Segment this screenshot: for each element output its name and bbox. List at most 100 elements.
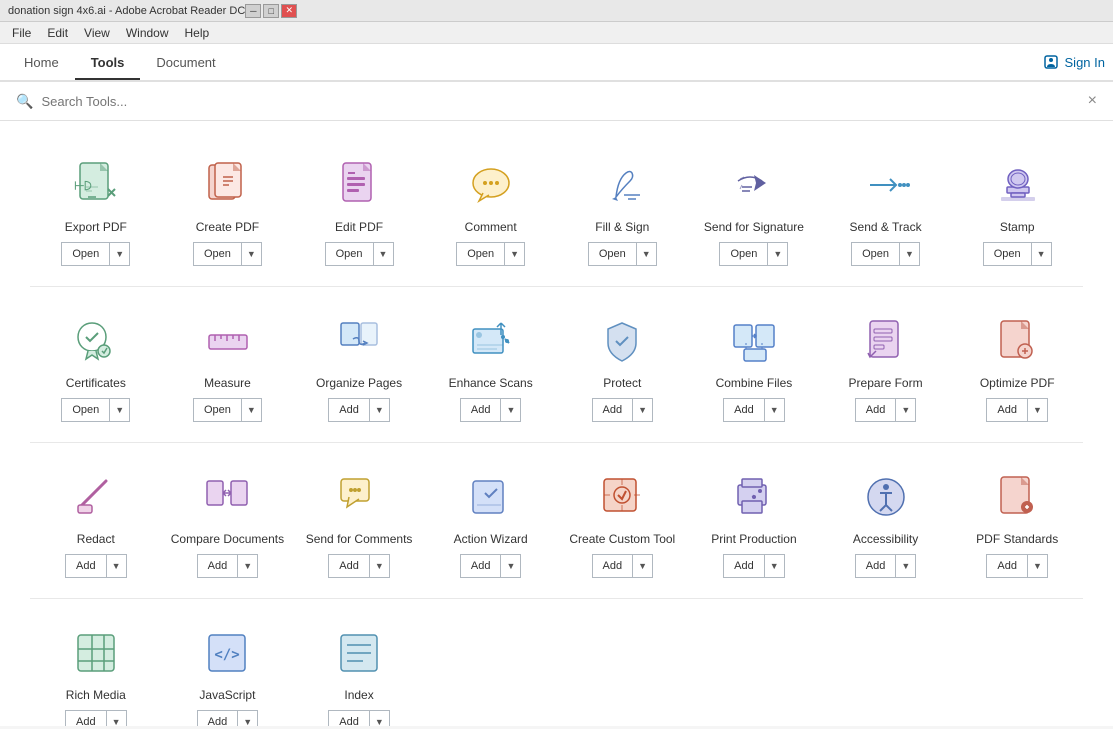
tab-document[interactable]: Document xyxy=(140,47,231,80)
menu-help[interactable]: Help xyxy=(177,24,218,42)
print-production-label: Print Production xyxy=(711,532,796,546)
certificates-open-btn[interactable]: Open xyxy=(61,398,110,422)
send-comments-arrow-btn[interactable]: ▼ xyxy=(370,554,390,578)
menu-view[interactable]: View xyxy=(76,24,118,42)
menu-edit[interactable]: Edit xyxy=(39,24,76,42)
print-production-add-btn[interactable]: Add xyxy=(723,554,765,578)
compare-docs-label: Compare Documents xyxy=(171,532,284,546)
create-pdf-label: Create PDF xyxy=(196,220,259,234)
enhance-scans-add-btn[interactable]: Add xyxy=(460,398,502,422)
redact-add-btn[interactable]: Add xyxy=(65,554,107,578)
export-pdf-arrow-btn[interactable]: ▼ xyxy=(110,242,130,266)
index-add-btn[interactable]: Add xyxy=(328,710,370,726)
javascript-add-btn[interactable]: Add xyxy=(197,710,239,726)
index-arrow-btn[interactable]: ▼ xyxy=(370,710,390,726)
stamp-open-btn[interactable]: Open xyxy=(983,242,1032,266)
pdf-standards-icon xyxy=(987,469,1047,524)
tool-organize-pages: Organize Pages Add ▼ xyxy=(293,297,425,432)
enhance-scans-arrow-btn[interactable]: ▼ xyxy=(501,398,521,422)
tab-home[interactable]: Home xyxy=(8,47,75,80)
tool-pdf-standards: PDF Standards Add ▼ xyxy=(951,453,1083,588)
accessibility-btn-group: Add ▼ xyxy=(855,554,917,578)
send-signature-open-btn[interactable]: Open xyxy=(719,242,768,266)
send-track-icon xyxy=(856,157,916,212)
combine-files-arrow-btn[interactable]: ▼ xyxy=(765,398,785,422)
measure-arrow-btn[interactable]: ▼ xyxy=(242,398,262,422)
prepare-form-add-btn[interactable]: Add xyxy=(855,398,897,422)
action-wizard-add-btn[interactable]: Add xyxy=(460,554,502,578)
close-button[interactable]: ✕ xyxy=(281,4,297,18)
accessibility-label: Accessibility xyxy=(853,532,918,546)
export-pdf-label: Export PDF xyxy=(65,220,127,234)
export-pdf-btn-group: Open ▼ xyxy=(61,242,130,266)
menu-window[interactable]: Window xyxy=(118,24,177,42)
measure-open-btn[interactable]: Open xyxy=(193,398,242,422)
compare-docs-arrow-btn[interactable]: ▼ xyxy=(238,554,258,578)
maximize-button[interactable]: □ xyxy=(263,4,279,18)
combine-files-icon xyxy=(724,313,784,368)
tool-comment: Comment Open ▼ xyxy=(425,141,557,276)
create-pdf-arrow-btn[interactable]: ▼ xyxy=(242,242,262,266)
create-custom-arrow-btn[interactable]: ▼ xyxy=(633,554,653,578)
rich-media-arrow-btn[interactable]: ▼ xyxy=(107,710,127,726)
comment-label: Comment xyxy=(465,220,517,234)
fill-sign-open-btn[interactable]: Open xyxy=(588,242,637,266)
action-wizard-arrow-btn[interactable]: ▼ xyxy=(501,554,521,578)
combine-files-add-btn[interactable]: Add xyxy=(723,398,765,422)
sign-in-button[interactable]: Sign In xyxy=(1043,54,1105,70)
create-custom-add-btn[interactable]: Add xyxy=(592,554,634,578)
search-input[interactable] xyxy=(41,94,1079,109)
rich-media-add-btn[interactable]: Add xyxy=(65,710,107,726)
export-pdf-open-btn[interactable]: Open xyxy=(61,242,110,266)
organize-pages-arrow-btn[interactable]: ▼ xyxy=(370,398,390,422)
compare-docs-add-btn[interactable]: Add xyxy=(197,554,239,578)
redact-label: Redact xyxy=(77,532,115,546)
tool-certificates: Certificates Open ▼ xyxy=(30,297,162,432)
action-wizard-btn-group: Add ▼ xyxy=(460,554,522,578)
stamp-arrow-btn[interactable]: ▼ xyxy=(1032,242,1052,266)
create-custom-icon xyxy=(592,469,652,524)
divider-1 xyxy=(30,286,1083,287)
javascript-arrow-btn[interactable]: ▼ xyxy=(238,710,258,726)
comment-arrow-btn[interactable]: ▼ xyxy=(505,242,525,266)
accessibility-add-btn[interactable]: Add xyxy=(855,554,897,578)
tool-prepare-form: Prepare Form Add ▼ xyxy=(820,297,952,432)
enhance-scans-label: Enhance Scans xyxy=(449,376,533,390)
send-track-open-btn[interactable]: Open xyxy=(851,242,900,266)
search-close-icon[interactable]: × xyxy=(1088,92,1097,110)
optimize-pdf-add-btn[interactable]: Add xyxy=(986,398,1028,422)
send-track-arrow-btn[interactable]: ▼ xyxy=(900,242,920,266)
protect-add-btn[interactable]: Add xyxy=(592,398,634,422)
prepare-form-arrow-btn[interactable]: ▼ xyxy=(896,398,916,422)
comment-open-btn[interactable]: Open xyxy=(456,242,505,266)
title-bar-text: donation sign 4x6.ai - Adobe Acrobat Rea… xyxy=(8,5,245,17)
tool-redact: Redact Add ▼ xyxy=(30,453,162,588)
send-comments-add-btn[interactable]: Add xyxy=(328,554,370,578)
optimize-pdf-arrow-btn[interactable]: ▼ xyxy=(1028,398,1048,422)
edit-pdf-label: Edit PDF xyxy=(335,220,383,234)
pdf-standards-add-btn[interactable]: Add xyxy=(986,554,1028,578)
print-production-arrow-btn[interactable]: ▼ xyxy=(765,554,785,578)
action-wizard-label: Action Wizard xyxy=(454,532,528,546)
fill-sign-arrow-btn[interactable]: ▼ xyxy=(637,242,657,266)
protect-arrow-btn[interactable]: ▼ xyxy=(633,398,653,422)
minimize-button[interactable]: ─ xyxy=(245,4,261,18)
accessibility-arrow-btn[interactable]: ▼ xyxy=(896,554,916,578)
certificates-arrow-btn[interactable]: ▼ xyxy=(110,398,130,422)
edit-pdf-arrow-btn[interactable]: ▼ xyxy=(374,242,394,266)
menu-file[interactable]: File xyxy=(4,24,39,42)
stamp-icon xyxy=(987,157,1047,212)
measure-label: Measure xyxy=(204,376,251,390)
create-pdf-open-btn[interactable]: Open xyxy=(193,242,242,266)
title-bar: donation sign 4x6.ai - Adobe Acrobat Rea… xyxy=(0,0,1113,22)
tool-print-production: Print Production Add ▼ xyxy=(688,453,820,588)
organize-pages-add-btn[interactable]: Add xyxy=(328,398,370,422)
tab-tools[interactable]: Tools xyxy=(75,47,141,80)
redact-arrow-btn[interactable]: ▼ xyxy=(107,554,127,578)
search-icon: 🔍 xyxy=(16,93,33,110)
pdf-standards-arrow-btn[interactable]: ▼ xyxy=(1028,554,1048,578)
send-signature-arrow-btn[interactable]: ▼ xyxy=(768,242,788,266)
edit-pdf-open-btn[interactable]: Open xyxy=(325,242,374,266)
comment-icon xyxy=(461,157,521,212)
tool-protect: Protect Add ▼ xyxy=(557,297,689,432)
